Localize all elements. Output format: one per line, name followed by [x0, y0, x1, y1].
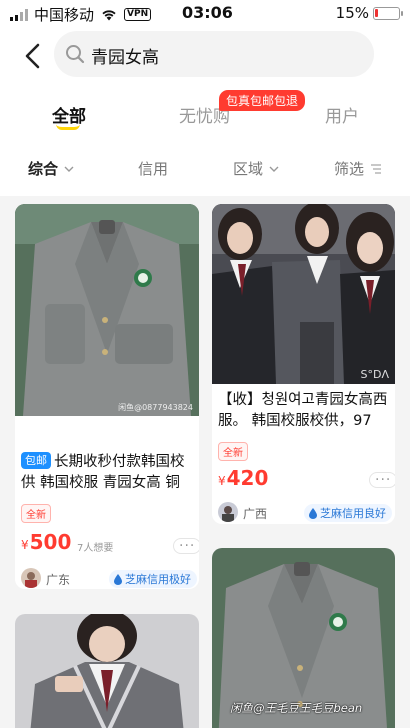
- filter-bar: 综合 信用 区域 筛选: [0, 154, 410, 184]
- search-icon: [66, 45, 85, 64]
- free-shipping-badge: 包邮: [21, 452, 51, 469]
- filter-screen-label: 筛选: [334, 160, 365, 178]
- tab-users[interactable]: 用户: [325, 102, 359, 127]
- battery-percent: 15%: [335, 4, 369, 22]
- chevron-down-icon: [64, 166, 74, 172]
- battery-icon: [373, 6, 403, 20]
- price: ¥420: [218, 466, 268, 490]
- seller-location: 广东: [46, 573, 71, 587]
- more-options-icon[interactable]: ···: [369, 472, 395, 488]
- want-count: 7人想要: [77, 543, 114, 554]
- product-title: 【收】청원여고青园女高西服。 韩国校服校供，97: [218, 392, 388, 429]
- promo-badge: 包真包邮包退: [219, 90, 306, 111]
- product-title: 包邮 长期收秒付款韩国校供 韩国校服 青园女高 铜: [21, 452, 195, 494]
- credit-badge: 芝麻信用良好: [304, 504, 392, 522]
- product-photo: [15, 614, 199, 728]
- price-currency: ¥: [21, 538, 29, 552]
- price-currency: ¥: [218, 474, 226, 488]
- price-value: 500: [29, 530, 72, 554]
- sesame-credit-icon: [309, 507, 317, 519]
- price: ¥500: [21, 530, 71, 554]
- new-tag: 全新: [218, 442, 248, 461]
- filter-sort[interactable]: 综合: [28, 158, 74, 179]
- status-bar: 中国移动 VPN 03:06 15%: [0, 0, 410, 28]
- filter-region[interactable]: 区域: [233, 158, 279, 179]
- new-tag: 全新: [21, 504, 51, 523]
- product-photo: 闲鱼@0877943824: [15, 204, 199, 416]
- credit-label: 芝麻信用极好: [125, 573, 191, 586]
- filter-region-label: 区域: [233, 160, 264, 178]
- wifi-icon: [102, 10, 116, 21]
- photo-watermark: 闲鱼@0877943824: [118, 403, 193, 412]
- product-card[interactable]: S°DΛ 【收】청원여고青园女高西服。 韩国校服校供，97 全新 ¥420 ··…: [212, 204, 395, 524]
- product-photo: S°DΛ: [212, 204, 395, 384]
- filter-icon: [371, 163, 382, 174]
- product-card[interactable]: [15, 614, 199, 728]
- photo-watermark: S°DΛ: [360, 368, 389, 381]
- filter-credit[interactable]: 信用: [138, 158, 168, 179]
- chevron-down-icon: [269, 166, 279, 172]
- seller-location: 广西: [243, 507, 268, 521]
- avatar[interactable]: [218, 502, 238, 522]
- more-options-icon[interactable]: ···: [173, 538, 199, 554]
- product-feed: 闲鱼@0877943824 包邮 长期收秒付款韩国校供 韩国校服 青园女高 铜 全…: [0, 196, 410, 728]
- price-value: 420: [226, 466, 269, 490]
- product-card[interactable]: 闲鱼@0877943824 包邮 长期收秒付款韩国校供 韩国校服 青园女高 铜 全…: [15, 204, 199, 589]
- vpn-badge: VPN: [124, 8, 152, 21]
- avatar[interactable]: [21, 568, 41, 588]
- overlay-watermark: 闲鱼@王毛豆王毛豆bean: [230, 701, 363, 715]
- tab-bar: 全部 无忧购 包真包邮包退 用户: [0, 90, 410, 146]
- filter-screen[interactable]: 筛选: [334, 158, 382, 179]
- signal-icon: [10, 8, 28, 21]
- back-arrow-icon[interactable]: [22, 42, 46, 70]
- tab-active-indicator: [56, 124, 80, 130]
- carrier-label: 中国移动: [34, 6, 95, 24]
- search-query: 青园女高: [91, 48, 159, 68]
- filter-credit-label: 信用: [138, 160, 169, 178]
- clock: 03:06: [182, 3, 233, 22]
- credit-label: 芝麻信用良好: [320, 507, 386, 520]
- filter-sort-label: 综合: [28, 160, 59, 178]
- credit-badge: 芝麻信用极好: [109, 570, 197, 588]
- sesame-credit-icon: [114, 573, 122, 585]
- search-input[interactable]: 青园女高: [54, 31, 374, 77]
